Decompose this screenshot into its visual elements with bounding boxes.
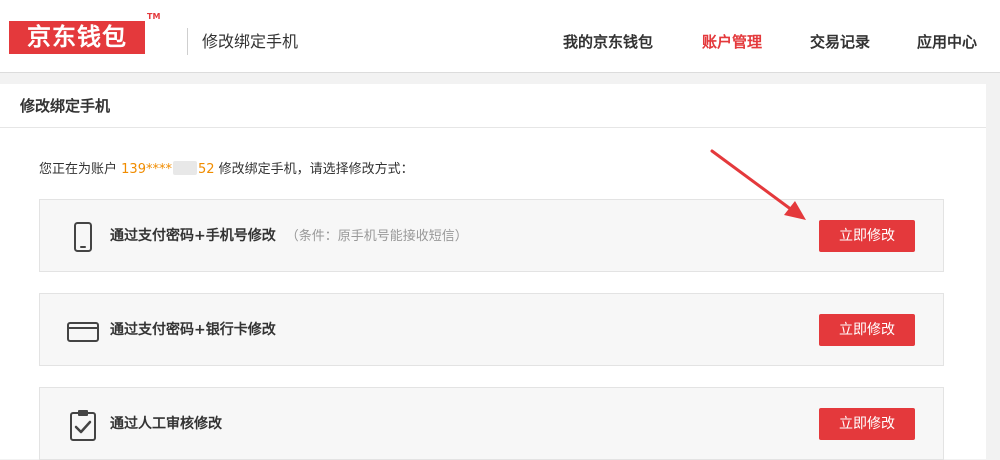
panel-header: 修改绑定手机	[0, 84, 986, 128]
jd-wallet-logo[interactable]: 京东钱包	[9, 21, 145, 54]
nav-account-management[interactable]: 账户管理	[702, 31, 762, 53]
account-number: 139**** 52	[121, 161, 215, 177]
trademark-mark: TM	[147, 12, 161, 21]
modify-now-button[interactable]: 立即修改	[819, 314, 915, 346]
header-page-title: 修改绑定手机	[202, 32, 299, 51]
option-manual-review: 通过人工审核修改 立即修改	[39, 387, 944, 460]
option-label: 通过支付密码+银行卡修改	[110, 322, 276, 338]
main-panel: 修改绑定手机 您正在为账户 139**** 52 修改绑定手机，请选择修改方式： …	[0, 84, 986, 460]
option-label-wrap: 通过支付密码+手机号修改 （条件：原手机号能接收短信）	[110, 226, 468, 247]
intro-suffix: 修改绑定手机，请选择修改方式：	[218, 162, 414, 177]
option-label: 通过人工审核修改	[110, 416, 222, 432]
clipboard-check-icon	[70, 410, 96, 441]
annotation-arrow-icon	[710, 149, 806, 220]
intro-text: 您正在为账户 139**** 52 修改绑定手机，请选择修改方式：	[39, 160, 414, 180]
bank-card-icon	[67, 322, 99, 342]
masked-digits	[172, 161, 197, 175]
nav-app-center[interactable]: 应用中心	[917, 31, 977, 53]
modify-now-button[interactable]: 立即修改	[819, 408, 915, 440]
panel-title: 修改绑定手机	[20, 97, 111, 115]
option-password-bankcard: 通过支付密码+银行卡修改 立即修改	[39, 293, 944, 366]
mobile-phone-icon	[74, 222, 92, 252]
modify-now-button[interactable]: 立即修改	[819, 220, 915, 252]
nav-transaction-records[interactable]: 交易记录	[810, 31, 870, 53]
top-header: 京东钱包 TM 修改绑定手机 我的京东钱包 账户管理 交易记录 应用中心	[0, 0, 1000, 73]
option-label: 通过支付密码+手机号修改	[110, 228, 276, 244]
nav-my-wallet[interactable]: 我的京东钱包	[563, 31, 653, 53]
intro-prefix: 您正在为账户	[39, 162, 118, 177]
option-label-wrap: 通过人工审核修改	[110, 414, 222, 434]
option-label-wrap: 通过支付密码+银行卡修改	[110, 320, 276, 340]
header-divider	[187, 28, 188, 55]
option-condition: （条件：原手机号能接收短信）	[285, 229, 468, 244]
